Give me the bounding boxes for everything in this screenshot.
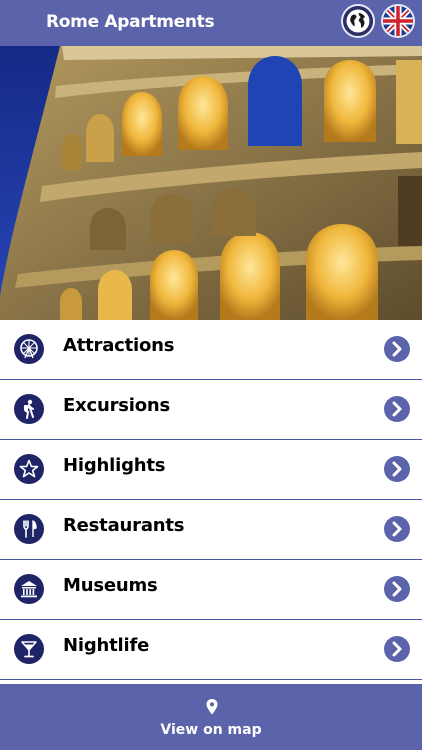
view-on-map-label: View on map [160, 722, 262, 738]
colosseum-photo [0, 46, 422, 320]
fork-knife-icon [14, 514, 44, 544]
chevron-right-icon [384, 396, 410, 422]
chevron-right-icon [384, 516, 410, 542]
menu-item-label: Excursions [63, 395, 171, 416]
menu-item-museums[interactable]: Museums [0, 560, 422, 620]
chevron-right-icon [384, 636, 410, 662]
cocktail-icon [14, 634, 44, 664]
menu-item-label: Museums [63, 575, 158, 596]
menu-item-label: Attractions [63, 335, 175, 356]
chevron-right-icon [384, 456, 410, 482]
menu-item-label: Nightlife [63, 635, 150, 656]
map-pin-icon [206, 699, 218, 715]
menu-item-nightlife[interactable]: Nightlife [0, 620, 422, 680]
chevron-right-icon [384, 336, 410, 362]
hiker-icon [14, 394, 44, 424]
menu-item-restaurants[interactable]: Restaurants [0, 500, 422, 560]
star-icon [14, 454, 44, 484]
globe-icon[interactable] [341, 4, 375, 38]
category-menu: Attractions Excursions Highlights Restau… [0, 320, 422, 680]
museum-icon [14, 574, 44, 604]
uk-flag-icon[interactable] [381, 4, 415, 38]
app-header: Rome Apartments [0, 0, 422, 46]
menu-item-attractions[interactable]: Attractions [0, 320, 422, 380]
menu-item-label: Highlights [63, 455, 166, 476]
view-on-map-button[interactable]: View on map [0, 684, 422, 750]
menu-item-highlights[interactable]: Highlights [0, 440, 422, 500]
menu-item-label: Restaurants [63, 515, 185, 536]
chevron-right-icon [384, 576, 410, 602]
ferris-wheel-icon [14, 334, 44, 364]
menu-item-excursions[interactable]: Excursions [0, 380, 422, 440]
app-title: Rome Apartments [46, 12, 215, 32]
